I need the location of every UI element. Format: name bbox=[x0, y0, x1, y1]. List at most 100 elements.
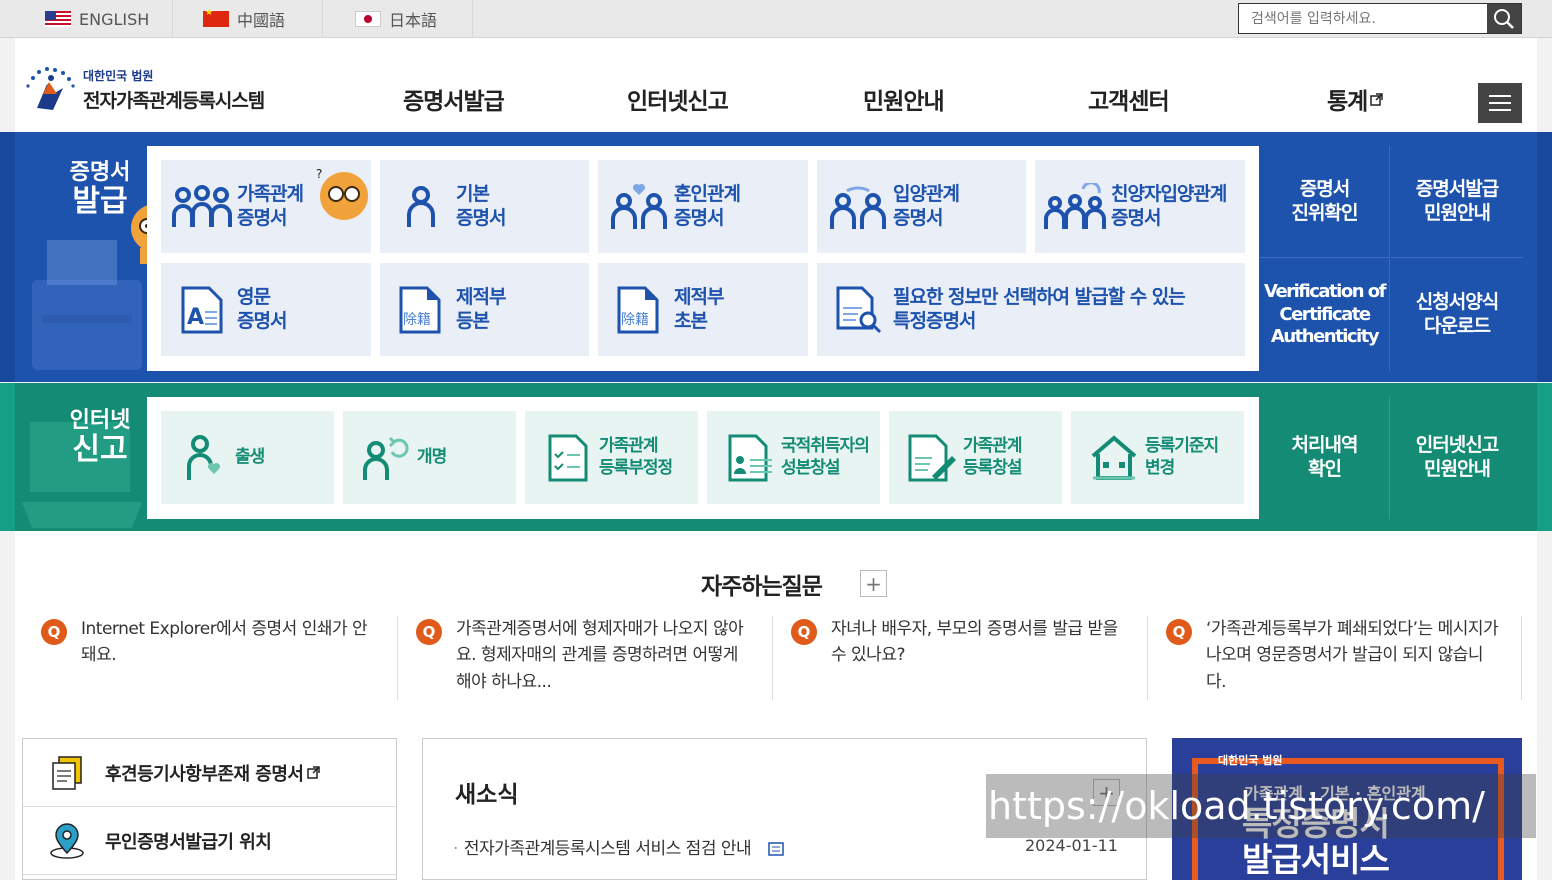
faq-item-3[interactable]: Q 자녀나 배우자, 부모의 증명서를 발급 받을 수 있나요? bbox=[773, 616, 1148, 700]
tile-naturalized-surname[interactable]: 국적취득자의 성본창설 bbox=[707, 411, 880, 504]
quick-link-label: 후견등기사항부존재 증명서 bbox=[105, 763, 304, 785]
faq-text: 가족관계증명서에 형제자매가 나오지 않아요. 형제자매의 관계를 증명하려면 … bbox=[456, 619, 744, 692]
checklist-document-icon bbox=[548, 434, 588, 481]
news-item[interactable]: · 전자가족관계등록시스템 서비스 점검 안내 bbox=[453, 834, 784, 859]
news-item-date: 2024-01-11 bbox=[1025, 836, 1118, 855]
q-badge-icon: Q bbox=[1166, 619, 1192, 645]
gnb-customer-center[interactable]: 고객센터 bbox=[1088, 82, 1170, 116]
tile-line2: 증명서 bbox=[237, 206, 287, 229]
side-line2: 민원안내 bbox=[1424, 458, 1491, 480]
tile-line1: 출생 bbox=[235, 446, 265, 467]
gnb-cert-issue[interactable]: 증명서발급 bbox=[403, 82, 505, 116]
tile-line1: 필요한 정보만 선택하여 발급할 수 있는 bbox=[893, 285, 1186, 308]
faq-text: ‘가족관계등록부가 폐쇄되었다’는 메시지가 나오며 영문증명서가 발급이 되지… bbox=[1206, 619, 1499, 692]
tile-register-correction[interactable]: 가족관계 등록부정정 bbox=[525, 411, 698, 504]
quick-link-kiosk-location[interactable]: 무인증명서발급기 위치 bbox=[23, 807, 396, 875]
form-download-button[interactable]: 신청서양식 다운로드 bbox=[1391, 259, 1523, 371]
tile-adoption-cert[interactable]: 입양관계 증명서 bbox=[817, 160, 1026, 253]
tile-line1: 가족관계 bbox=[963, 436, 1023, 457]
tile-line1: 영문 bbox=[237, 285, 271, 308]
tile-marriage-cert[interactable]: 혼인관계 증명서 bbox=[598, 160, 808, 253]
lang-english[interactable]: ENGLISH bbox=[15, 0, 173, 38]
cert-verify-button[interactable]: 증명서 진위확인 bbox=[1260, 146, 1390, 258]
full-adoption-icon bbox=[1044, 182, 1106, 229]
external-link-icon bbox=[306, 766, 320, 779]
jp-flag-icon bbox=[355, 11, 381, 27]
tile-line2: 등본 bbox=[456, 309, 490, 332]
tile-name-change[interactable]: 개명 bbox=[343, 411, 516, 504]
tile-removed-register-extract[interactable]: 除籍 제적부 초본 bbox=[598, 263, 808, 356]
faq-item-2[interactable]: Q 가족관계증명서에 형제자매가 나오지 않아요. 형제자매의 관계를 증명하려… bbox=[398, 616, 773, 700]
court-logo-icon bbox=[26, 67, 75, 110]
faq-item-4[interactable]: Q ‘가족관계등록부가 폐쇄되었다’는 메시지가 나오며 영문증명서가 발급이 … bbox=[1148, 616, 1522, 700]
faq-text: 자녀나 배우자, 부모의 증명서를 발급 받을 수 있나요? bbox=[831, 619, 1118, 666]
tile-basic-cert[interactable]: 기본 증명서 bbox=[380, 160, 589, 253]
search-button[interactable] bbox=[1487, 4, 1521, 33]
lang-chinese[interactable]: 中國語 bbox=[173, 0, 323, 38]
faq-more-button[interactable]: + bbox=[860, 570, 887, 597]
verification-authenticity-button[interactable]: Verification of Certificate Authenticity bbox=[1260, 259, 1390, 371]
tile-specific-cert[interactable]: 필요한 정보만 선택하여 발급할 수 있는 특정증명서 bbox=[817, 263, 1245, 356]
gnb-statistics[interactable]: 통계 bbox=[1327, 82, 1384, 116]
house-icon bbox=[1091, 434, 1137, 480]
lang-label: 中國語 bbox=[237, 11, 286, 30]
news-item-title: 전자가족관계등록시스템 서비스 점검 안내 bbox=[463, 839, 752, 859]
tile-line2: 증명서 bbox=[237, 309, 287, 332]
tile-line1: 국적취득자의 bbox=[781, 436, 870, 457]
search-box bbox=[1238, 3, 1522, 34]
gnb-civil-guide[interactable]: 민원안내 bbox=[863, 82, 945, 116]
watermark-overlay: https://okload.tistory.com/ bbox=[986, 774, 1536, 838]
report-civil-guide-button[interactable]: 인터넷신고 민원안내 bbox=[1391, 397, 1523, 519]
us-flag-icon bbox=[45, 11, 71, 27]
site-logo[interactable]: 대한민국 법원 전자가족관계등록시스템 bbox=[23, 64, 265, 116]
tile-line2: 특정증명서 bbox=[893, 309, 976, 332]
svg-text:除籍: 除籍 bbox=[621, 311, 649, 328]
side-line3: Authenticity bbox=[1270, 326, 1380, 348]
location-pin-icon bbox=[50, 822, 84, 859]
side-line1: 증명서발급 bbox=[1415, 177, 1499, 200]
cert-civil-guide-button[interactable]: 증명서발급 민원안내 bbox=[1391, 146, 1523, 258]
svg-text:?: ? bbox=[316, 167, 322, 181]
processing-history-button[interactable]: 처리내역 확인 bbox=[1260, 397, 1390, 519]
tile-full-adoption-cert[interactable]: 친양자입양관계 증명서 bbox=[1035, 160, 1245, 253]
faq-title: 자주하는질문 bbox=[701, 574, 823, 600]
cert-label-line1: 증명서 bbox=[69, 160, 131, 185]
faq-text: Internet Explorer에서 증명서 인쇄가 안돼요. bbox=[81, 619, 368, 666]
tile-line1: 입양관계 bbox=[893, 182, 960, 205]
quick-link-guardianship-cert[interactable]: 후견등기사항부존재 증명서 bbox=[23, 739, 396, 807]
removed-register-icon: 除籍 bbox=[399, 286, 441, 333]
search-input[interactable] bbox=[1239, 4, 1487, 33]
report-label: 인터넷 신고 bbox=[60, 408, 140, 468]
top-bar: ENGLISH 中國語 日本語 bbox=[0, 0, 1552, 38]
tile-line1: 가족관계 bbox=[599, 436, 659, 457]
header: 대한민국 법원 전자가족관계등록시스템 증명서발급 인터넷신고 민원안내 고객센… bbox=[15, 38, 1537, 132]
tile-line2: 성본창설 bbox=[781, 457, 841, 478]
tile-line2: 초본 bbox=[674, 309, 708, 332]
tile-english-cert[interactable]: A 영문 증명서 bbox=[161, 263, 371, 356]
side-line2: Certificate bbox=[1279, 303, 1371, 325]
faq-item-1[interactable]: Q Internet Explorer에서 증명서 인쇄가 안돼요. bbox=[23, 616, 398, 700]
tile-line1: 기본 bbox=[456, 182, 490, 205]
side-line1: 증명서 bbox=[1299, 177, 1350, 200]
tile-line2: 증명서 bbox=[674, 206, 724, 229]
tile-registration-base-change[interactable]: 등록기준지 변경 bbox=[1071, 411, 1244, 504]
tile-register-creation[interactable]: 가족관계 등록창설 bbox=[889, 411, 1062, 504]
tile-line2: 증명서 bbox=[456, 206, 506, 229]
document-edit-icon bbox=[908, 434, 956, 481]
search-icon bbox=[1494, 8, 1514, 29]
gnb-internet-report[interactable]: 인터넷신고 bbox=[627, 82, 729, 116]
tile-removed-register-copy[interactable]: 除籍 제적부 등본 bbox=[380, 263, 589, 356]
tile-line1: 친양자입양관계 bbox=[1111, 182, 1227, 205]
tile-line2: 등록창설 bbox=[963, 457, 1023, 478]
tile-line1: 제적부 bbox=[456, 285, 506, 308]
side-line1: 처리내역 bbox=[1291, 434, 1359, 457]
quick-link-label: 무인증명서발급기 위치 bbox=[105, 831, 272, 853]
logo-subtitle: 대한민국 법원 bbox=[83, 69, 154, 83]
banner-small-text: 대한민국 법원 bbox=[1218, 754, 1283, 767]
external-link-icon bbox=[1370, 92, 1384, 106]
report-label-line2: 신고 bbox=[72, 432, 128, 468]
tile-birth-report[interactable]: 출생 bbox=[161, 411, 334, 504]
hamburger-menu-button[interactable] bbox=[1478, 83, 1522, 123]
cn-flag-icon bbox=[203, 8, 229, 27]
lang-japanese[interactable]: 日本語 bbox=[323, 0, 473, 38]
